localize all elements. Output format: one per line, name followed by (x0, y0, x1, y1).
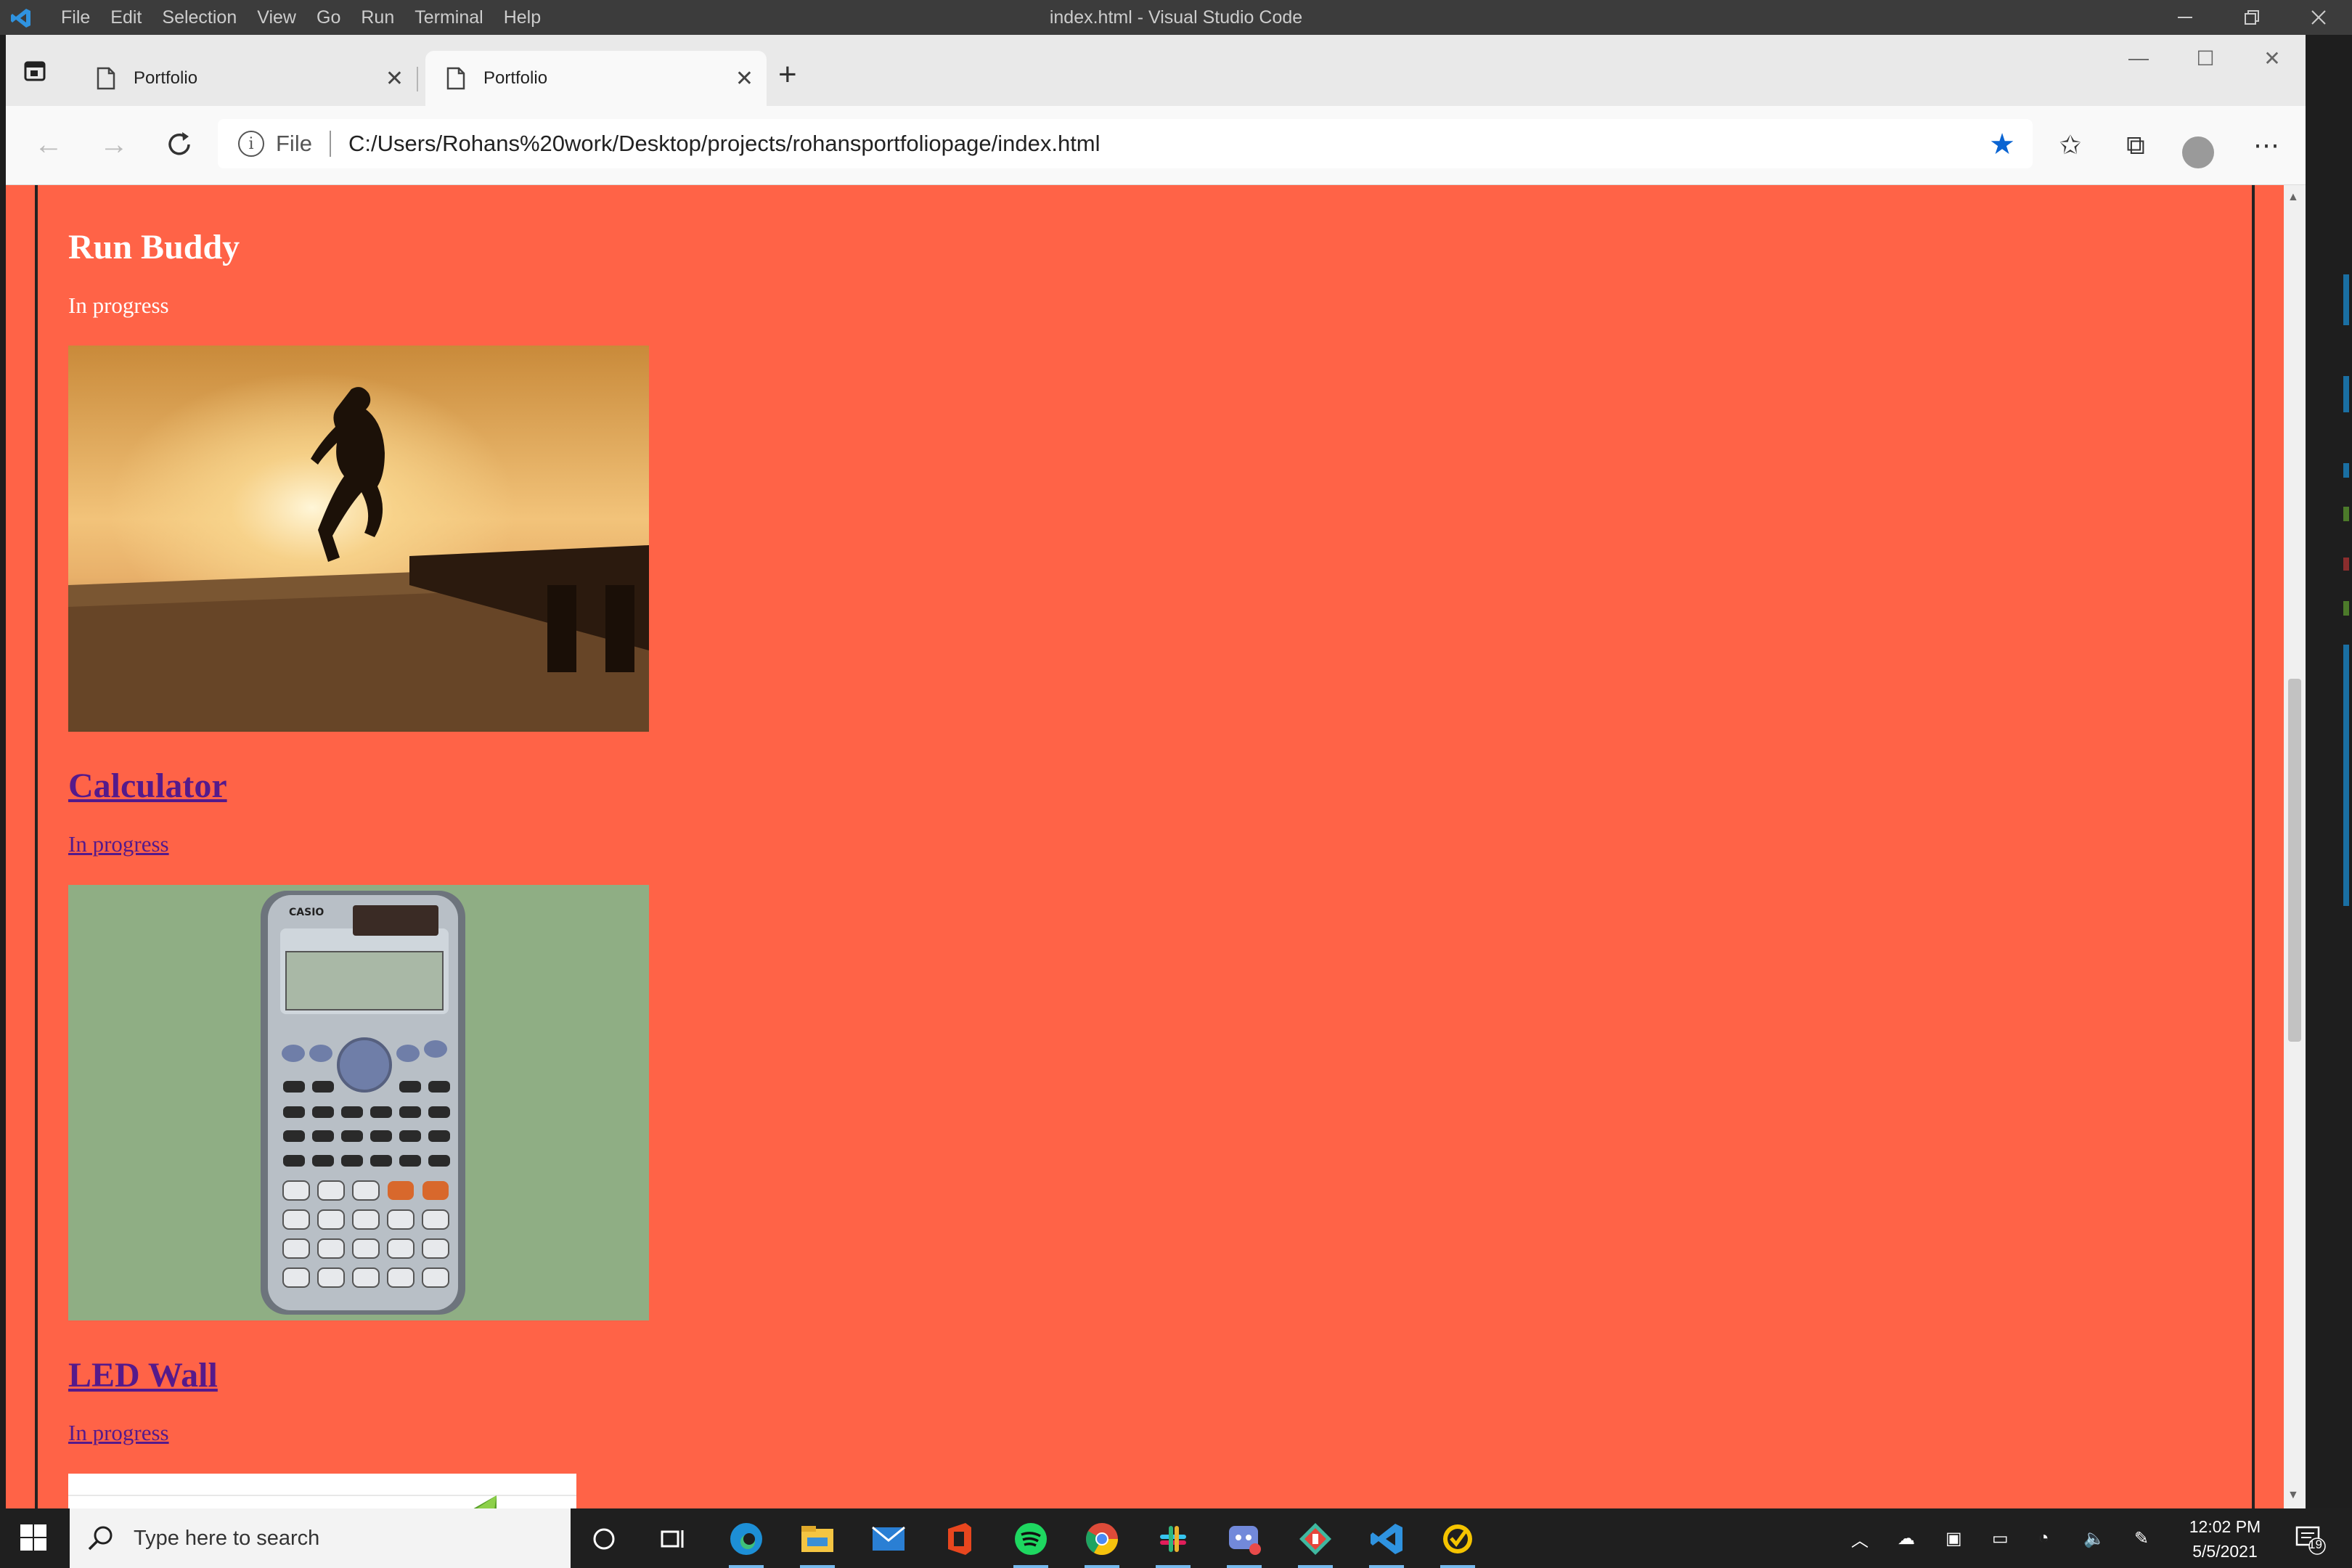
minimize-icon[interactable] (2152, 0, 2218, 35)
url-text[interactable]: C:/Users/Rohans%20work/Desktop/projects/… (348, 131, 1101, 157)
address-divider (329, 131, 331, 157)
menu-edit[interactable]: Edit (110, 7, 142, 28)
clock-date: 5/5/2021 (2192, 1542, 2258, 1561)
git-client-icon[interactable] (1295, 1519, 1336, 1568)
menu-go[interactable]: Go (317, 7, 340, 28)
browser-window: Portfolio ✕ Portfolio ✕ + — ☐ ✕ ← → i Fi… (6, 35, 2306, 1508)
taskbar-search-box[interactable]: Type here to search (70, 1508, 571, 1568)
windows-start-icon[interactable] (19, 1523, 48, 1552)
vscode-window-controls (2152, 0, 2352, 35)
menu-terminal[interactable]: Terminal (415, 7, 483, 28)
tab-label: Portfolio (483, 68, 548, 88)
run-buddy-image (68, 346, 649, 732)
tab-divider (417, 67, 418, 91)
scrollbar-thumb[interactable] (2288, 679, 2301, 1042)
monitor-icon[interactable]: ▣ (1945, 1508, 1962, 1568)
scroll-down-arrow-icon[interactable]: ▼ (2287, 1489, 2299, 1502)
office-icon[interactable] (939, 1519, 980, 1559)
chrome-icon[interactable] (1082, 1519, 1122, 1568)
spotify-icon[interactable] (1010, 1519, 1051, 1568)
page-border (2252, 185, 2255, 1508)
page-scrollbar[interactable]: ▲ ▼ (2284, 185, 2306, 1508)
tab-portfolio-2[interactable]: Portfolio ✕ (425, 51, 767, 106)
mail-icon[interactable] (868, 1519, 909, 1559)
edge-icon[interactable] (726, 1519, 767, 1568)
page-border (35, 185, 38, 1508)
forward-arrow-icon[interactable]: → (96, 126, 132, 163)
taskbar-clock[interactable]: 12:02 PM 5/5/2021 (2178, 1514, 2272, 1564)
menu-help[interactable]: Help (504, 7, 541, 28)
vscode-logo-icon (11, 9, 30, 28)
project-title-link[interactable]: Calculator (68, 766, 227, 806)
vscode-titlebar: File Edit Selection View Go Run Terminal… (0, 0, 2352, 35)
project-status-link[interactable]: In progress (68, 1420, 169, 1446)
show-hidden-icons-icon[interactable]: ︿ (1851, 1508, 1869, 1568)
tab-actions-icon[interactable] (22, 58, 48, 84)
led-wall-image (68, 1474, 576, 1508)
discord-icon[interactable] (1224, 1519, 1265, 1568)
back-arrow-icon[interactable]: ← (30, 126, 67, 163)
search-placeholder: Type here to search (134, 1526, 320, 1550)
favorite-star-icon[interactable]: ★ (1989, 128, 2015, 161)
calculator-image: CASIO (68, 885, 649, 1320)
vscode-editor-edge (2306, 35, 2352, 1536)
minimize-icon[interactable]: — (2105, 35, 2172, 81)
menu-selection[interactable]: Selection (162, 7, 237, 28)
scheme-label: File (276, 131, 312, 156)
menu-view[interactable]: View (257, 7, 296, 28)
new-tab-plus-icon[interactable]: + (778, 57, 797, 93)
menu-run[interactable]: Run (361, 7, 394, 28)
menu-file[interactable]: File (61, 7, 90, 28)
address-bar[interactable]: i File C:/Users/Rohans%20work/Desktop/pr… (218, 119, 2033, 168)
more-options-icon[interactable]: ⋯ (2246, 125, 2287, 166)
restore-icon[interactable] (2218, 0, 2285, 35)
battery-icon[interactable]: ▭ (1992, 1508, 2009, 1568)
vscode-icon[interactable] (1366, 1519, 1407, 1568)
notifications-icon[interactable]: 19 (2292, 1508, 2326, 1568)
browser-toolbar: ← → i File C:/Users/Rohans%20work/Deskto… (6, 106, 2306, 185)
project-title-link[interactable]: LED Wall (68, 1355, 218, 1395)
pen-workspace-icon[interactable]: ✎ (2134, 1508, 2149, 1568)
project-status-link[interactable]: In progress (68, 831, 169, 857)
page-viewport: Run Buddy In progress Calculator In prog… (6, 185, 2306, 1508)
onedrive-cloud-icon[interactable]: ☁ (1898, 1508, 1915, 1568)
scroll-up-arrow-icon[interactable]: ▲ (2287, 191, 2299, 204)
file-explorer-icon[interactable] (797, 1519, 838, 1568)
tab-strip: Portfolio ✕ Portfolio ✕ + — ☐ ✕ (6, 35, 2306, 106)
slack-icon[interactable] (1153, 1519, 1193, 1568)
wifi-icon[interactable]: ◔ (2038, 1508, 2049, 1568)
svg-text:CASIO: CASIO (289, 907, 324, 918)
refresh-icon[interactable] (161, 126, 197, 163)
close-icon[interactable] (2285, 0, 2352, 35)
vscode-menubar: File Edit Selection View Go Run Terminal… (61, 0, 561, 35)
close-icon[interactable]: ✕ (2239, 35, 2306, 81)
taskbar: Type here to search ︿ ☁ ▣ ▭ ◔ 🔈 ✎ 12:02 … (0, 1508, 2352, 1568)
close-tab-icon[interactable]: ✕ (385, 66, 404, 91)
task-view-icon[interactable] (653, 1519, 694, 1559)
project-status: In progress (68, 293, 169, 318)
norton-icon[interactable] (1437, 1519, 1478, 1568)
search-icon (88, 1526, 113, 1551)
page-icon (446, 67, 465, 90)
browser-window-controls: — ☐ ✕ (2105, 35, 2306, 81)
maximize-icon[interactable]: ☐ (2172, 35, 2239, 81)
collections-icon[interactable]: ⧉ (2115, 125, 2156, 166)
project-title: Run Buddy (68, 228, 240, 266)
tab-label: Portfolio (134, 68, 198, 88)
cortana-icon[interactable] (584, 1519, 624, 1559)
notification-count: 19 (2308, 1538, 2322, 1551)
close-tab-icon[interactable]: ✕ (735, 66, 754, 91)
profile-avatar[interactable] (2182, 136, 2214, 168)
page-icon (97, 67, 115, 90)
favorites-icon[interactable]: ✩ (2050, 125, 2091, 166)
tab-portfolio-1[interactable]: Portfolio ✕ (75, 51, 417, 106)
info-icon[interactable]: i (238, 131, 264, 157)
clock-time: 12:02 PM (2189, 1517, 2261, 1536)
volume-icon[interactable]: 🔈 (2083, 1508, 2105, 1568)
